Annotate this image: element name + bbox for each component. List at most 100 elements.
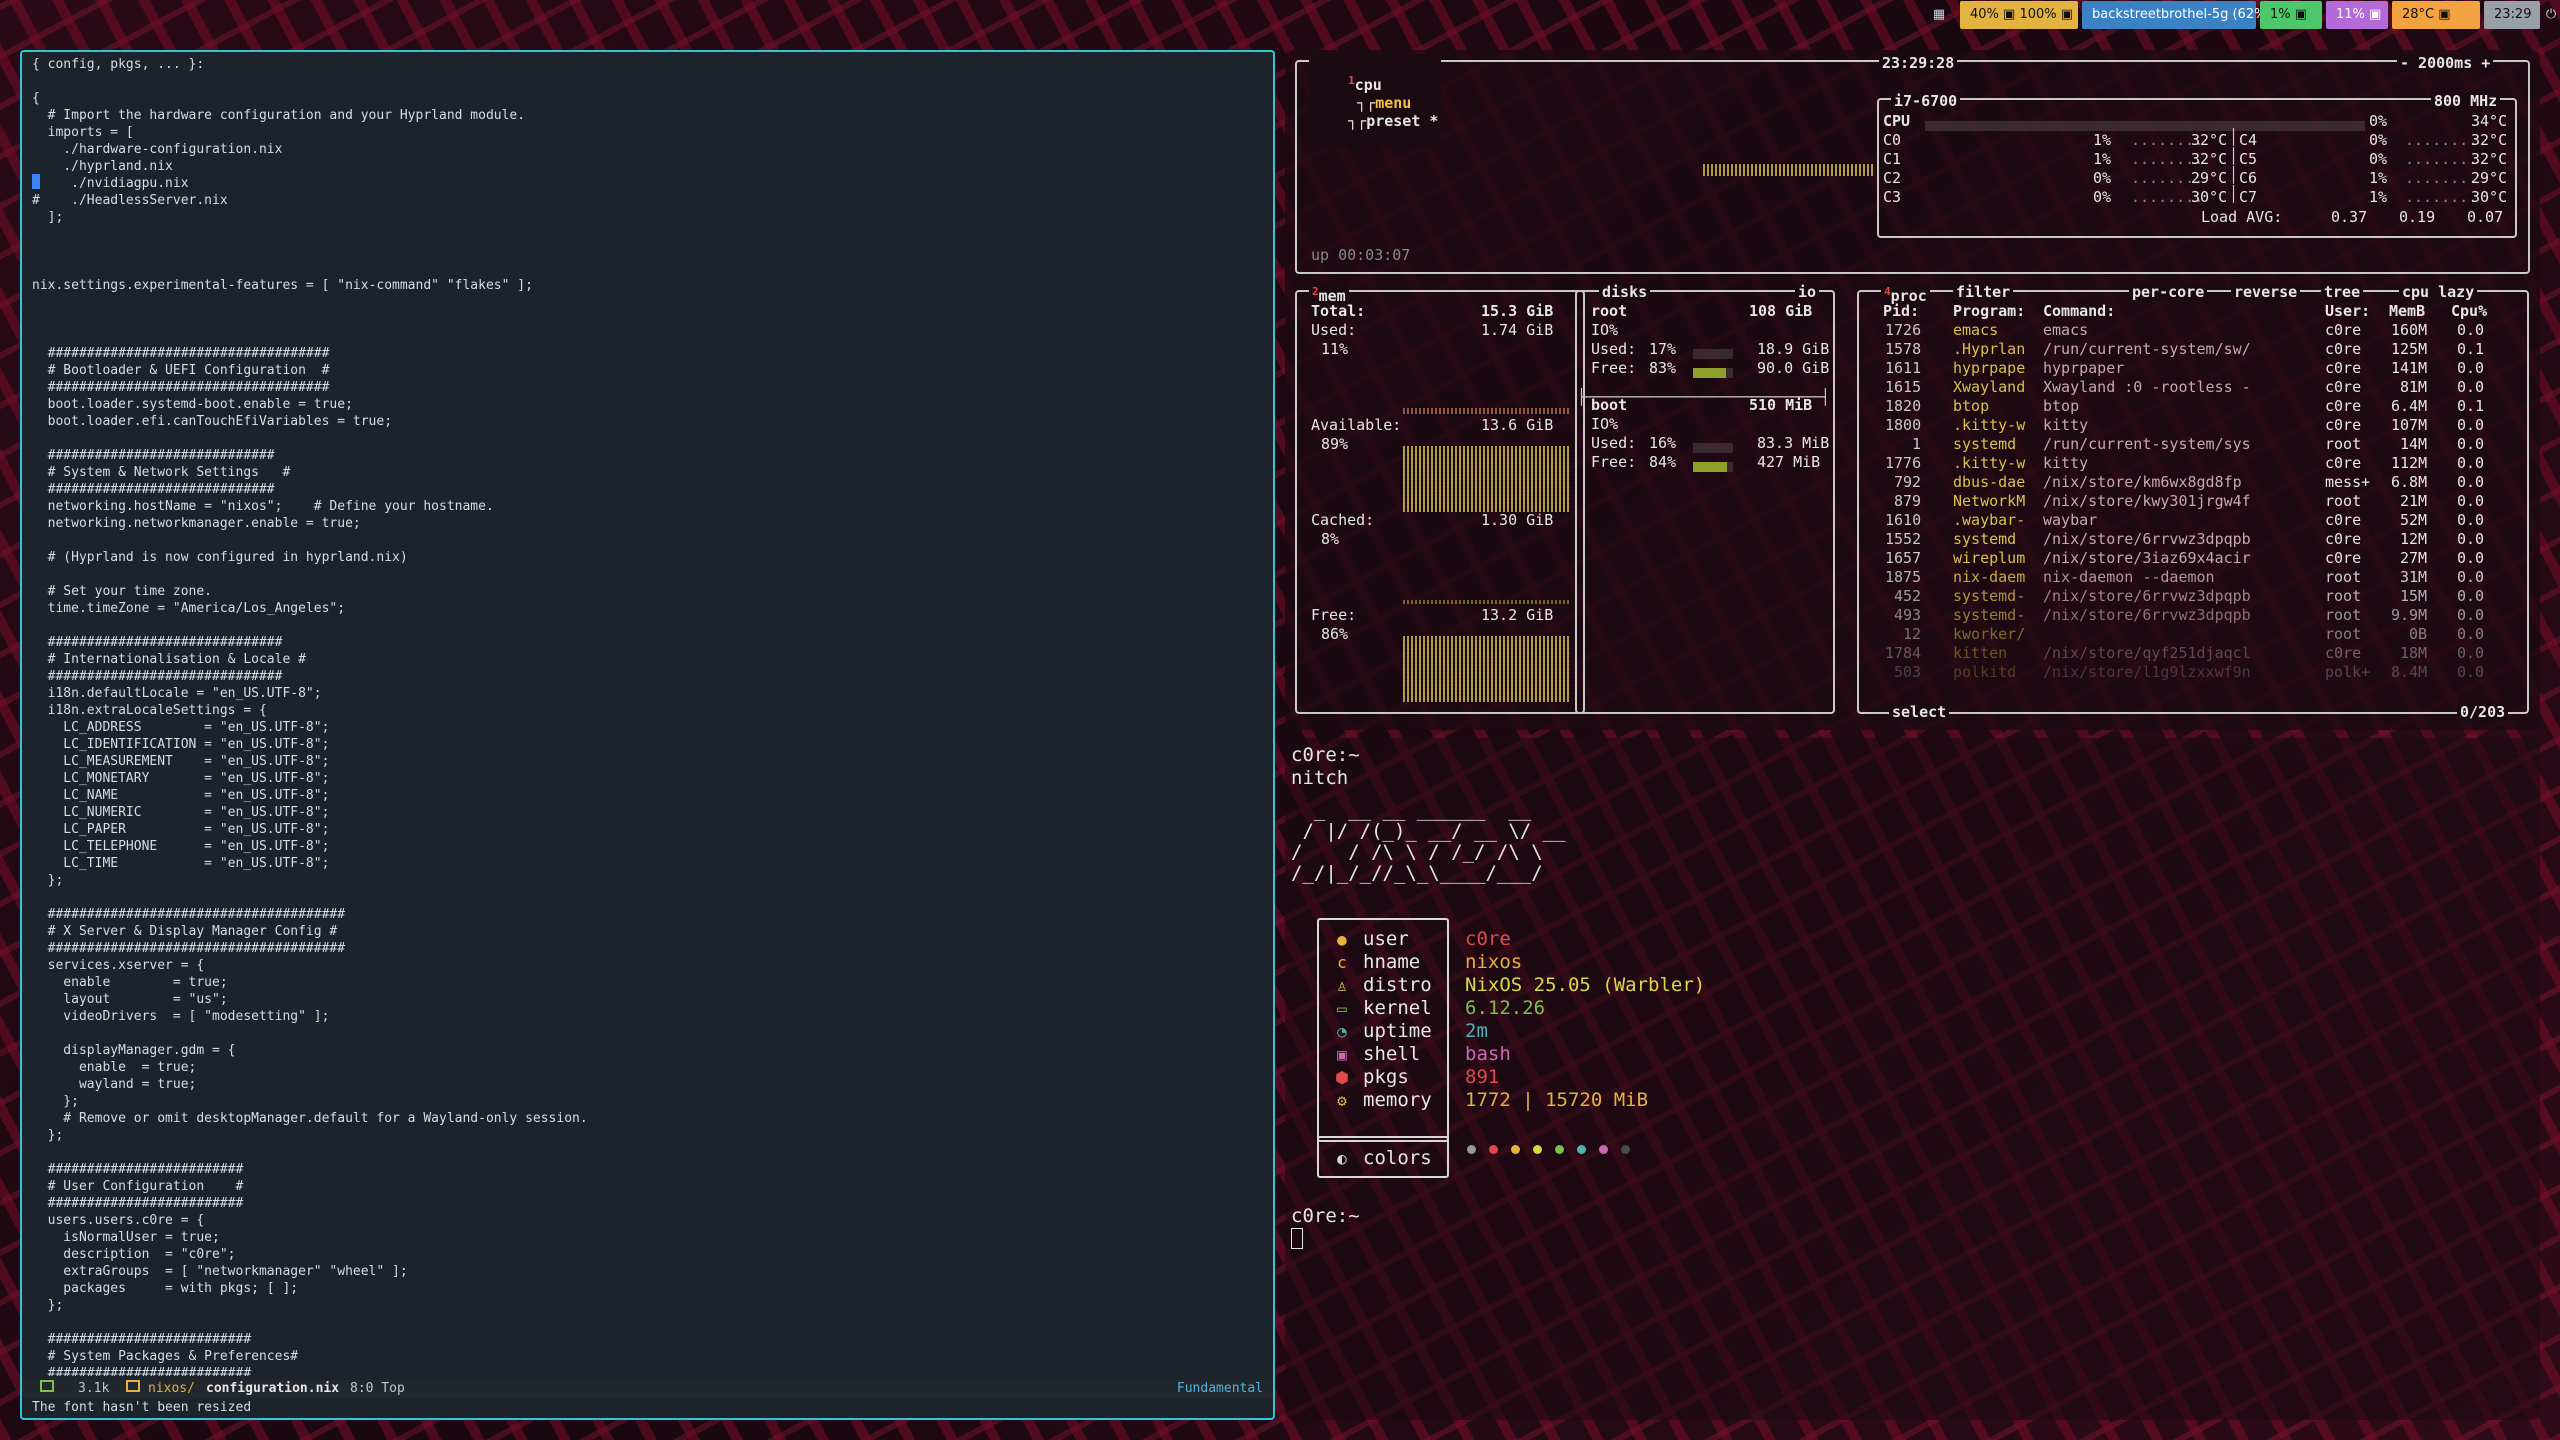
proc-cell: .kitty-w bbox=[1953, 454, 2026, 472]
mem-total-label: Total: bbox=[1311, 302, 1366, 320]
disk-boot-used: 83.3 MiB bbox=[1757, 434, 1830, 452]
info-row-hname: c hname bbox=[1333, 951, 1420, 974]
file-dir: nixos/ bbox=[148, 1381, 195, 1396]
proc-cell: btop bbox=[1953, 397, 1990, 415]
proc-cell: kitty bbox=[2043, 416, 2089, 434]
proc-column-header[interactable]: User: bbox=[2325, 302, 2370, 320]
info-label: memory bbox=[1363, 1089, 1432, 1111]
btop-window[interactable]: 1cpu ┐┌menu ┐┌preset * 23:29:28 - 2000ms… bbox=[1285, 50, 2540, 730]
proc-cell: /run/current-system/sys bbox=[2043, 435, 2251, 453]
core-temp: 29°C bbox=[2191, 169, 2228, 187]
proc-cell: c0re bbox=[2325, 321, 2362, 339]
power-icon[interactable]: ⏻ bbox=[2542, 1, 2560, 29]
proc-tree[interactable]: tree bbox=[2321, 283, 2364, 301]
proc-column-header[interactable]: Cpu% bbox=[2451, 302, 2487, 320]
info-label: pkgs bbox=[1363, 1066, 1409, 1088]
proc-cell: btop bbox=[2043, 397, 2080, 415]
tab-cpu[interactable]: cpu bbox=[1355, 76, 1382, 94]
palette-dot bbox=[1489, 1145, 1498, 1154]
proc-per-core[interactable]: per-core bbox=[2129, 283, 2208, 301]
cpu-total-temp: 34°C bbox=[2471, 112, 2508, 130]
disks-io-toggle[interactable]: io bbox=[1795, 283, 1820, 301]
cpu-module[interactable]: 1% ▣ bbox=[2260, 1, 2322, 29]
disk-root-free: 90.0 GiB bbox=[1757, 359, 1830, 377]
disk-root-used-label: Used: bbox=[1591, 340, 1637, 358]
top-bar: ▦ 40% ▣ 100% ▣ backstreetbrothel-5g (62%… bbox=[0, 0, 2560, 30]
proc-cell: hyprpaper bbox=[2043, 359, 2125, 377]
memory-module[interactable]: 11% ▣ bbox=[2326, 1, 2388, 29]
cpu-total-label: CPU bbox=[1883, 112, 1911, 130]
cpu-frequency: 800 MHz bbox=[2431, 92, 2501, 110]
echo-area: The font hasn't been resized bbox=[32, 1400, 252, 1415]
core-name: C4 bbox=[2239, 131, 2258, 149]
proc-reverse[interactable]: reverse bbox=[2231, 283, 2301, 301]
proc-cell: 1615 bbox=[1885, 378, 1922, 396]
proc-cell: root bbox=[2325, 435, 2362, 453]
proc-cell: 14M bbox=[2400, 435, 2428, 453]
tab-menu[interactable]: menu bbox=[1375, 94, 1411, 112]
mem-available: 13.6 GiB bbox=[1481, 416, 1554, 434]
proc-cell: 0.0 bbox=[2457, 606, 2485, 624]
proc-cell: .Hyprlan bbox=[1953, 340, 2026, 358]
colors-label: colors bbox=[1363, 1147, 1432, 1169]
proc-cell: /nix/store/km6wx8gd8fp bbox=[2043, 473, 2242, 491]
proc-cell: 6.4M bbox=[2391, 397, 2428, 415]
code-buffer[interactable]: { config, pkgs, ... }: { # Import the ha… bbox=[32, 56, 1262, 1376]
mem-free-pct: 86% bbox=[1321, 625, 1349, 643]
update-interval[interactable]: - 2000ms + bbox=[2397, 54, 2494, 72]
core-name: C5 bbox=[2239, 150, 2258, 168]
proc-select[interactable]: select bbox=[1889, 703, 1950, 721]
disk-root-free-bar bbox=[1693, 367, 1726, 378]
core-name: C2 bbox=[1883, 169, 1902, 187]
info-value-shell: bash bbox=[1465, 1043, 1511, 1065]
info-row-shell: ▣ shell bbox=[1333, 1043, 1420, 1066]
info-row-user: ● user bbox=[1333, 928, 1409, 951]
proc-cell: 1820 bbox=[1885, 397, 1922, 415]
core-name: C3 bbox=[1883, 188, 1902, 206]
prompt-2: c0re:~ bbox=[1291, 1205, 1360, 1227]
core-temp-graph: ........ bbox=[2405, 150, 2478, 168]
terminal-window[interactable]: c0re:~ nitch _ __ __ ______ __ / |/ /(_)… bbox=[1285, 738, 2540, 1420]
proc-cell: 0.0 bbox=[2457, 378, 2485, 396]
proc-column-header[interactable]: Pid: bbox=[1883, 302, 1919, 320]
emacs-window[interactable]: { config, pkgs, ... }: { # Import the ha… bbox=[20, 50, 1275, 1420]
proc-cell: Xwayland bbox=[1953, 378, 2026, 396]
proc-column-header[interactable]: Command: bbox=[2043, 302, 2115, 320]
proc-cell: .waybar- bbox=[1953, 511, 2026, 529]
proc-cell: 1657 bbox=[1885, 549, 1922, 567]
proc-cell: hyprpape bbox=[1953, 359, 2026, 377]
proc-cell: c0re bbox=[2325, 416, 2362, 434]
proc-cell: 12M bbox=[2400, 530, 2428, 548]
proc-cell: c0re bbox=[2325, 549, 2362, 567]
mem-cached-label: Cached: bbox=[1311, 511, 1375, 529]
core-temp-graph: ........ bbox=[2405, 188, 2478, 206]
proc-cell: 0.0 bbox=[2457, 473, 2485, 491]
info-value-uptime: 2m bbox=[1465, 1020, 1488, 1042]
disk-root-used-pct: 17% bbox=[1649, 340, 1677, 358]
proc-sort[interactable]: cpu lazy bbox=[2399, 283, 2478, 301]
major-mode[interactable]: Fundamental bbox=[1177, 1380, 1263, 1398]
proc-cell: c0re bbox=[2325, 511, 2362, 529]
proc-cell: 1610 bbox=[1885, 511, 1922, 529]
proc-cell: 0.0 bbox=[2457, 644, 2485, 662]
proc-cell: /nix/store/6rrvwz3dpqpb bbox=[2043, 587, 2251, 605]
proc-cell: /nix/store/kwy301jrgw4f bbox=[2043, 492, 2251, 510]
proc-cell: 8.4M bbox=[2391, 663, 2428, 681]
network-module[interactable]: backstreetbrothel-5g (62%) ▣ bbox=[2082, 1, 2288, 29]
info-row-memory: ⚙ memory bbox=[1333, 1089, 1432, 1112]
proc-cell: c0re bbox=[2325, 359, 2362, 377]
core-temp-graph: ........ bbox=[2405, 131, 2478, 149]
tray-icon[interactable]: ▦ bbox=[1922, 1, 1956, 29]
clock-module[interactable]: 23:29 bbox=[2484, 1, 2540, 29]
proc-cell: 1784 bbox=[1885, 644, 1922, 662]
temperature-module[interactable]: 28°C ▣ bbox=[2392, 1, 2480, 29]
proc-filter[interactable]: filter bbox=[1953, 283, 2014, 301]
proc-cell: 141M bbox=[2391, 359, 2428, 377]
proc-cell: systemd- bbox=[1953, 587, 2026, 605]
proc-cell: emacs bbox=[2043, 321, 2089, 339]
proc-column-header[interactable]: Program: bbox=[1953, 302, 2025, 320]
volume-module[interactable]: 40% ▣ 100% ▣ bbox=[1960, 1, 2078, 29]
proc-column-header[interactable]: MemB bbox=[2389, 302, 2425, 320]
mem-used-pct: 11% bbox=[1321, 340, 1349, 358]
tab-preset[interactable]: preset * bbox=[1366, 112, 1438, 130]
